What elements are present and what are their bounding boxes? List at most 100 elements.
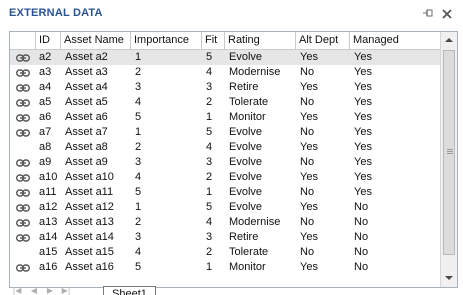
column-header-fit[interactable]: Fit [202, 32, 225, 49]
cell-managed[interactable]: Yes [350, 170, 440, 185]
cell-id[interactable]: a5 [36, 95, 61, 110]
cell-rating[interactable]: Evolve [225, 125, 296, 140]
cell-rating[interactable]: Retire [225, 230, 296, 245]
pin-icon[interactable] [422, 8, 434, 20]
cell-rating[interactable]: Modernise [225, 65, 296, 80]
cell-alt-dept[interactable]: Yes [296, 140, 350, 155]
cell-managed[interactable]: No [350, 245, 440, 260]
cell-id[interactable]: a14 [36, 230, 61, 245]
column-header-importance[interactable]: Importance [131, 32, 202, 49]
cell-managed[interactable]: No [350, 215, 440, 230]
cell-importance[interactable]: 5 [131, 185, 202, 200]
column-header-alt-dept[interactable]: Alt Dept [296, 32, 350, 49]
cell-importance[interactable]: 2 [131, 215, 202, 230]
cell-importance[interactable]: 5 [131, 110, 202, 125]
cell-importance[interactable]: 4 [131, 95, 202, 110]
column-header-asset-name[interactable]: Asset Name [61, 32, 131, 49]
cell-importance[interactable]: 2 [131, 65, 202, 80]
cell-fit[interactable]: 1 [202, 260, 225, 275]
column-header-rating[interactable]: Rating [225, 32, 296, 49]
cell-managed[interactable]: Yes [350, 95, 440, 110]
table-row[interactable]: a2 Asset a2 1 5 Evolve Yes Yes [10, 50, 440, 65]
cell-asset-name[interactable]: Asset a11 [61, 185, 131, 200]
cell-rating[interactable]: Monitor [225, 260, 296, 275]
cell-rating[interactable]: Evolve [225, 200, 296, 215]
tab-sheet1[interactable]: Sheet1 [103, 286, 156, 295]
cell-importance[interactable]: 4 [131, 170, 202, 185]
table-row[interactable]: a13 Asset a13 2 4 Modernise No No [10, 215, 440, 230]
cell-managed[interactable]: No [350, 200, 440, 215]
cell-id[interactable]: a2 [36, 50, 61, 65]
table-row[interactable]: a12 Asset a12 1 5 Evolve Yes No [10, 200, 440, 215]
cell-importance[interactable]: 1 [131, 275, 202, 277]
cell-fit[interactable]: 3 [202, 80, 225, 95]
cell-importance[interactable]: 4 [131, 245, 202, 260]
cell-importance[interactable]: 3 [131, 230, 202, 245]
cell-fit[interactable]: 5 [202, 125, 225, 140]
cell-fit[interactable]: 3 [202, 230, 225, 245]
table-row[interactable]: a8 Asset a8 2 4 Evolve Yes Yes [10, 140, 440, 155]
cell-asset-name[interactable]: Asset a17 [61, 275, 131, 277]
cell-id[interactable]: a17 [36, 275, 61, 277]
cell-managed[interactable]: Yes [350, 65, 440, 80]
cell-fit[interactable]: 1 [202, 110, 225, 125]
cell-rating[interactable]: Evolve [225, 50, 296, 65]
cell-asset-name[interactable]: Asset a12 [61, 200, 131, 215]
data-grid[interactable]: ID Asset Name Importance Fit Rating Alt … [9, 31, 458, 288]
table-row[interactable]: a6 Asset a6 5 1 Monitor Yes Yes [10, 110, 440, 125]
cell-id[interactable]: a16 [36, 260, 61, 275]
cell-fit[interactable]: 5 [202, 50, 225, 65]
cell-importance[interactable]: 5 [131, 260, 202, 275]
cell-alt-dept[interactable]: No [296, 125, 350, 140]
cell-alt-dept[interactable]: No [296, 65, 350, 80]
table-row[interactable]: a15 Asset a15 4 2 Tolerate No No [10, 245, 440, 260]
table-row[interactable]: a4 Asset a4 3 3 Retire Yes Yes [10, 80, 440, 95]
cell-id[interactable]: a3 [36, 65, 61, 80]
scroll-up-icon[interactable] [441, 32, 457, 48]
cell-fit[interactable]: 1 [202, 185, 225, 200]
column-header-link[interactable] [10, 32, 36, 49]
table-row[interactable]: a7 Asset a7 1 5 Evolve No Yes [10, 125, 440, 140]
cell-rating[interactable]: Evolve [225, 275, 296, 277]
cell-asset-name[interactable]: Asset a5 [61, 95, 131, 110]
table-row[interactable]: a3 Asset a3 2 4 Modernise No Yes [10, 65, 440, 80]
cell-rating[interactable]: Retire [225, 80, 296, 95]
cell-fit[interactable]: 3 [202, 155, 225, 170]
table-row[interactable]: a9 Asset a9 3 3 Evolve No Yes [10, 155, 440, 170]
cell-rating[interactable]: Evolve [225, 155, 296, 170]
cell-alt-dept[interactable]: Yes [296, 110, 350, 125]
cell-asset-name[interactable]: Asset a3 [61, 65, 131, 80]
first-sheet-icon[interactable]: |◀ [12, 287, 22, 295]
cell-managed[interactable]: Yes [350, 140, 440, 155]
cell-alt-dept[interactable]: No [296, 215, 350, 230]
cell-rating[interactable]: Tolerate [225, 245, 296, 260]
cell-importance[interactable]: 3 [131, 155, 202, 170]
table-row[interactable]: a10 Asset a10 4 2 Evolve Yes Yes [10, 170, 440, 185]
cell-fit[interactable]: 2 [202, 95, 225, 110]
cell-alt-dept[interactable]: Yes [296, 230, 350, 245]
cell-asset-name[interactable]: Asset a15 [61, 245, 131, 260]
cell-id[interactable]: a12 [36, 200, 61, 215]
cell-asset-name[interactable]: Asset a6 [61, 110, 131, 125]
cell-asset-name[interactable]: Asset a13 [61, 215, 131, 230]
cell-managed[interactable]: Yes [350, 110, 440, 125]
cell-managed[interactable]: No [350, 260, 440, 275]
cell-alt-dept[interactable]: No [296, 245, 350, 260]
cell-asset-name[interactable]: Asset a16 [61, 260, 131, 275]
cell-managed[interactable]: No [350, 275, 440, 277]
cell-alt-dept[interactable]: No [296, 155, 350, 170]
scroll-thumb[interactable] [443, 50, 455, 255]
cell-fit[interactable]: 4 [202, 140, 225, 155]
cell-asset-name[interactable]: Asset a2 [61, 50, 131, 65]
cell-rating[interactable]: Evolve [225, 185, 296, 200]
cell-id[interactable]: a15 [36, 245, 61, 260]
next-sheet-icon[interactable]: ▶ [45, 287, 55, 295]
cell-id[interactable]: a10 [36, 170, 61, 185]
cell-asset-name[interactable]: Asset a10 [61, 170, 131, 185]
cell-id[interactable]: a13 [36, 215, 61, 230]
cell-alt-dept[interactable]: No [296, 275, 350, 277]
cell-fit[interactable]: 2 [202, 245, 225, 260]
cell-managed[interactable]: Yes [350, 155, 440, 170]
cell-fit[interactable]: 2 [202, 170, 225, 185]
cell-managed[interactable]: Yes [350, 125, 440, 140]
